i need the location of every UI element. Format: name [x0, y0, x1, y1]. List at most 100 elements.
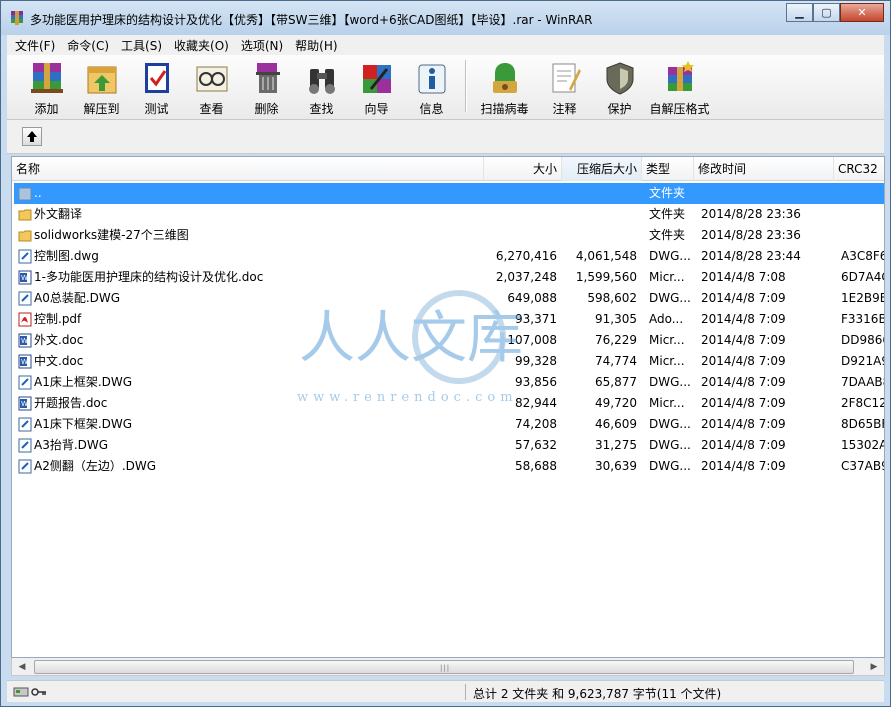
file-row[interactable]: W 中文.doc 99,328 74,774 Micr... 2014/4/8 7:09 D…	[14, 351, 884, 372]
file-row[interactable]: W 1-多功能医用护理床的结构设计及优化.doc 2,037,248 1,599,56…	[14, 267, 884, 288]
menu-help[interactable]: 帮助(H)	[289, 37, 343, 54]
view-icon	[196, 66, 227, 92]
add-label: 添加	[34, 102, 59, 116]
file-row[interactable]: solidworks建模-27个三维图 文件夹 2014/8/28 23:36	[14, 225, 884, 246]
virus-scan-button[interactable]: 扫描病毒	[472, 55, 537, 117]
file-row[interactable]: .. 文件夹	[14, 183, 884, 204]
title-bar[interactable]: 多功能医用护理床的结构设计及优化【优秀】【带SW三维】【word+6张CAD图纸…	[1, 1, 890, 35]
sfx-button[interactable]: 自解压格式	[647, 55, 712, 117]
protect-button[interactable]: 保护	[592, 55, 647, 117]
column-crc32[interactable]: CRC32	[834, 157, 884, 181]
column-packed-size[interactable]: 压缩后大小	[562, 157, 642, 181]
scroll-left-icon[interactable]: ◀	[14, 659, 30, 675]
file-packed-size: 598,602	[587, 291, 637, 305]
file-packed-size	[563, 204, 637, 225]
file-row[interactable]: A2侧翻（左边）.DWG 58,688 30,639 DWG... 2014/4/8 7…	[14, 456, 884, 477]
test-button[interactable]: 测试	[129, 55, 184, 117]
wizard-button[interactable]: 向导	[349, 55, 404, 117]
file-packed-size	[563, 225, 637, 246]
find-label: 查找	[309, 102, 334, 116]
virus-scan-icon	[492, 63, 517, 93]
dwg-file-icon	[18, 291, 32, 306]
file-crc32: 2F8C12I	[841, 396, 884, 410]
file-row[interactable]: W 开题报告.doc 82,944 49,720 Micr... 2014/4/8 7:0…	[14, 393, 884, 414]
drive-key-icon	[13, 687, 46, 697]
file-row[interactable]: W 外文.doc 107,008 76,229 Micr... 2014/4/8 7:09…	[14, 330, 884, 351]
file-modified: 2014/4/8 7:09	[701, 417, 786, 431]
file-packed-size: 49,720	[595, 396, 637, 410]
file-crc32: DD9866	[841, 333, 884, 347]
scroll-right-icon[interactable]: ▶	[866, 659, 882, 675]
info-button[interactable]: 信息	[404, 55, 459, 117]
add-button[interactable]: 添加	[19, 55, 74, 117]
file-row[interactable]: A1床上框架.DWG 93,856 65,877 DWG... 2014/4/8 7:0…	[14, 372, 884, 393]
find-button[interactable]: 查找	[294, 55, 349, 117]
column-name[interactable]: 名称	[12, 157, 484, 181]
dwg-file-icon	[18, 438, 32, 453]
virus-scan-label: 扫描病毒	[480, 102, 529, 116]
file-packed-size: 91,305	[595, 312, 637, 326]
delete-button[interactable]: 删除	[239, 55, 294, 117]
view-button[interactable]: 查看	[184, 55, 239, 117]
file-crc32: 7DAAB8	[841, 375, 884, 389]
comment-button[interactable]: 注释	[537, 55, 592, 117]
file-row[interactable]: 控制图.dwg 6,270,416 4,061,548 DWG... 2014/8/28…	[14, 246, 884, 267]
file-name: A3抬背.DWG	[34, 438, 109, 452]
menu-file[interactable]: 文件(F)	[9, 37, 61, 54]
status-summary: 总计 2 文件夹 和 9,623,787 字节(11 个文件)	[473, 687, 722, 701]
protect-label: 保护	[607, 102, 632, 116]
file-row[interactable]: 外文翻译 文件夹 2014/8/28 23:36	[14, 204, 884, 225]
column-size[interactable]: 大小	[484, 157, 562, 181]
column-modified[interactable]: 修改时间	[694, 157, 834, 181]
file-size: 93,856	[515, 375, 557, 389]
file-type: DWG...	[649, 417, 691, 431]
file-modified: 2014/4/8 7:09	[701, 438, 786, 452]
menu-tools[interactable]: 工具(S)	[115, 37, 168, 54]
toolbar: 添加 解压到 测试 查看 删除 查找 向导 信息 扫描病毒 注释 保护 自解压格…	[7, 55, 884, 120]
file-size: 82,944	[515, 396, 557, 410]
file-row[interactable]: 控制.pdf 93,371 91,305 Ado... 2014/4/8 7:09 F33…	[14, 309, 884, 330]
svg-text:W: W	[21, 337, 28, 345]
file-crc32	[841, 225, 884, 246]
menu-bar: 文件(F) 命令(C) 工具(S) 收藏夹(O) 选项(N) 帮助(H)	[7, 35, 884, 55]
file-size: 57,632	[515, 438, 557, 452]
doc-file-icon: W	[18, 270, 32, 285]
wizard-label: 向导	[364, 102, 389, 116]
file-size: 107,008	[507, 333, 557, 347]
info-label: 信息	[419, 102, 444, 116]
file-modified: 2014/4/8 7:08	[701, 270, 786, 284]
status-separator	[465, 684, 466, 700]
window-controls: ▁ ▢ ✕	[786, 3, 884, 22]
file-row[interactable]: A3抬背.DWG 57,632 31,275 DWG... 2014/4/8 7:09 1…	[14, 435, 884, 456]
file-name: A0总装配.DWG	[34, 291, 121, 305]
horizontal-scrollbar[interactable]: ◀ ||| ▶	[11, 658, 885, 676]
folder-icon	[18, 209, 32, 221]
menu-options[interactable]: 选项(N)	[235, 37, 289, 54]
extract-to-label: 解压到	[83, 102, 120, 116]
file-row[interactable]: A1床下框架.DWG 74,208 46,609 DWG... 2014/4/8 7:0…	[14, 414, 884, 435]
scroll-thumb[interactable]: |||	[34, 660, 854, 674]
extract-to-button[interactable]: 解压到	[74, 55, 129, 117]
maximize-button[interactable]: ▢	[813, 3, 840, 22]
up-arrow-icon	[27, 131, 37, 142]
file-name: A1床下框架.DWG	[34, 417, 133, 431]
file-type: Ado...	[649, 312, 684, 326]
file-size	[484, 183, 557, 204]
file-size: 74,208	[515, 417, 557, 431]
window-title: 多功能医用护理床的结构设计及优化【优秀】【带SW三维】【word+6张CAD图纸…	[30, 13, 593, 27]
menu-favorites[interactable]: 收藏夹(O)	[168, 37, 235, 54]
close-button[interactable]: ✕	[840, 3, 884, 22]
file-size	[484, 204, 557, 225]
minimize-button[interactable]: ▁	[786, 3, 813, 22]
minimize-icon: ▁	[795, 6, 804, 19]
menu-commands[interactable]: 命令(C)	[61, 37, 115, 54]
dwg-file-icon	[18, 459, 32, 474]
file-list[interactable]: 名称 大小 压缩后大小 类型 修改时间 CRC32 .. 文件夹 外文翻译 文件夹 20…	[11, 156, 885, 658]
add-archive-icon	[30, 63, 63, 93]
column-type[interactable]: 类型	[642, 157, 694, 181]
up-one-level-button[interactable]	[22, 127, 42, 146]
file-modified: 2014/8/28 23:44	[701, 249, 801, 263]
file-crc32: 15302A	[841, 438, 885, 452]
file-row[interactable]: A0总装配.DWG 649,088 598,602 DWG... 2014/4/8 7:…	[14, 288, 884, 309]
test-label: 测试	[144, 102, 169, 116]
